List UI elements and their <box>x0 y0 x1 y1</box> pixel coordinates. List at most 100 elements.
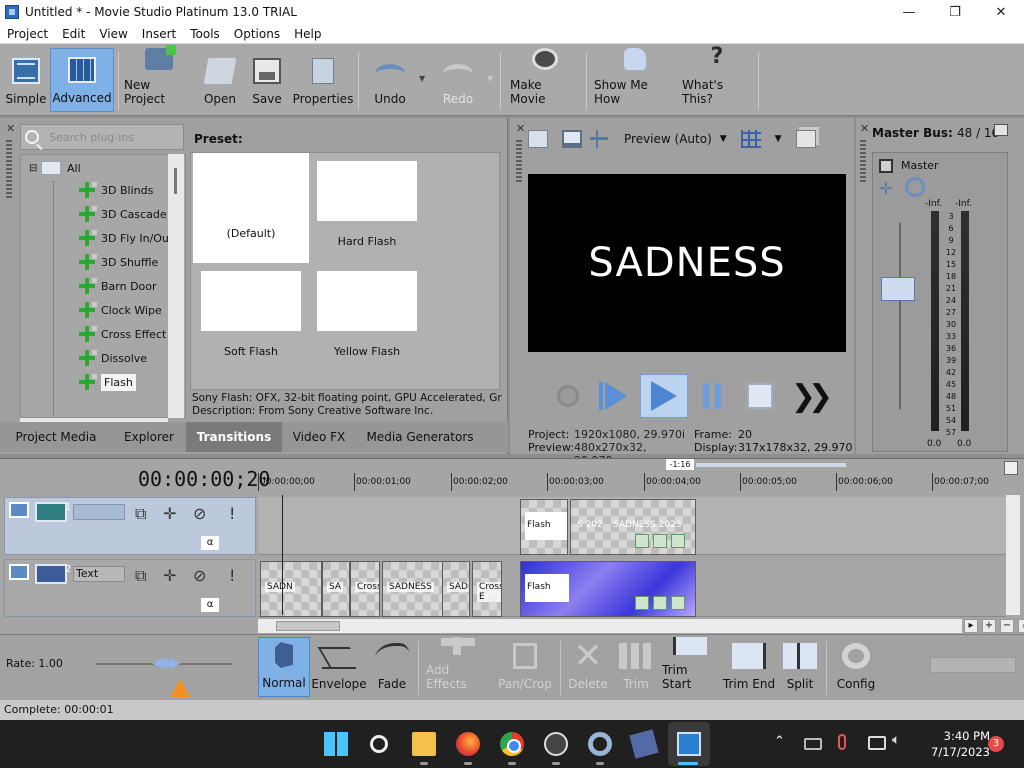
solo-icon[interactable]: ! <box>229 504 235 523</box>
zoom-out-icon[interactable]: − <box>1000 619 1014 633</box>
play-button[interactable] <box>640 374 688 418</box>
menu-project[interactable]: Project <box>0 27 55 41</box>
scroll-thumb[interactable] <box>276 621 340 631</box>
search-input[interactable] <box>49 130 169 144</box>
tree-item-barn-door[interactable]: Barn Door <box>79 275 157 297</box>
advanced-button[interactable]: Advanced <box>50 48 114 112</box>
firefox-icon[interactable] <box>456 732 480 756</box>
copy-snapshot-icon[interactable] <box>795 130 816 148</box>
preset-default[interactable]: (Default) <box>193 153 309 263</box>
timeline-vertical-scrollbar[interactable] <box>1006 495 1020 615</box>
menu-options[interactable]: Options <box>227 27 287 41</box>
new-project-button[interactable]: New Project <box>124 45 194 112</box>
tree-item-flash[interactable]: Flash <box>79 371 136 393</box>
properties-button[interactable]: Properties <box>292 48 354 112</box>
record-button[interactable] <box>544 374 592 418</box>
collapse-icon[interactable]: ⊟ <box>29 163 41 174</box>
show-me-how-button[interactable]: Show Me How <box>594 48 676 112</box>
menu-help[interactable]: Help <box>287 27 328 41</box>
playhead-cursor[interactable] <box>282 495 283 615</box>
time-ruler[interactable]: 00:00:00;00 00:00:01;00 00:00:02;00 00:0… <box>258 473 1006 495</box>
panel-grip-icon[interactable] <box>516 138 522 182</box>
tab-project-media[interactable]: Project Media <box>14 422 98 452</box>
pan-crop-icon[interactable] <box>653 596 667 610</box>
search-icon[interactable] <box>370 735 388 753</box>
pan-crop-icon[interactable] <box>653 534 667 548</box>
zoom-slider[interactable] <box>930 657 1016 673</box>
preset-yellow-flash[interactable]: Yellow Flash <box>309 263 425 373</box>
close-icon[interactable]: ✕ <box>860 122 869 135</box>
chrome-icon[interactable] <box>500 732 524 756</box>
pan-icon[interactable]: ✛ <box>879 179 892 198</box>
whats-this-button[interactable]: ? What's This? <box>682 44 752 112</box>
close-icon[interactable]: ✕ <box>6 122 15 135</box>
overlays-grid-icon[interactable] <box>740 130 761 148</box>
track-expand-icon[interactable] <box>9 564 29 580</box>
zoom-fit-icon[interactable]: ⌕ <box>1018 619 1024 633</box>
plugin-tree[interactable]: ⊟ All 3D Blinds 3D Cascade 3D Fly In/Ou … <box>20 154 186 418</box>
compositing-icon[interactable]: ⧉ <box>135 504 146 524</box>
track-lane-2[interactable]: SADN SA Cross SADNESS SADI Cross E Flash <box>258 559 1006 617</box>
chevron-down-icon[interactable]: ▼ <box>775 134 782 144</box>
monitor-icon[interactable] <box>868 736 886 750</box>
panel-grip-icon[interactable] <box>860 138 866 182</box>
make-movie-button[interactable]: Make Movie <box>510 48 580 112</box>
menu-edit[interactable]: Edit <box>55 27 92 41</box>
video-editor-icon[interactable] <box>629 729 659 759</box>
config-button[interactable]: Config <box>834 637 878 697</box>
timeline-clip[interactable]: Cross E <box>472 561 502 617</box>
track-lane-1[interactable]: Flash S 202 SADNESS 2023 <box>258 497 1006 555</box>
menu-view[interactable]: View <box>92 27 134 41</box>
system-clock[interactable]: 3:40 PM 7/17/2023 <box>918 728 990 760</box>
rate-slider-thumb[interactable] <box>152 655 198 671</box>
network-icon[interactable] <box>804 738 822 750</box>
loop-region-bar[interactable] <box>696 463 846 467</box>
volume-fader[interactable] <box>881 277 915 301</box>
play-from-start-button[interactable] <box>592 374 640 418</box>
media-fx-icon[interactable] <box>671 596 685 610</box>
track-name-field[interactable] <box>73 504 125 520</box>
track-name-field[interactable]: Text <box>73 566 125 582</box>
tree-root[interactable]: ⊟ All <box>29 157 81 179</box>
scroll-right-icon[interactable]: ▸ <box>964 619 978 633</box>
simple-button[interactable]: Simple <box>4 48 48 112</box>
trim-end-button[interactable]: Trim End <box>722 637 776 697</box>
redo-button[interactable]: Redo <box>436 48 480 112</box>
open-button[interactable]: Open <box>200 48 240 112</box>
tree-item-3d-fly-in[interactable]: 3D Fly In/Ou <box>79 227 169 249</box>
mute-icon[interactable]: ⊘ <box>193 566 206 585</box>
bus-settings-icon[interactable] <box>994 124 1008 136</box>
timeline-clip[interactable]: SADN <box>260 561 322 617</box>
file-explorer-icon[interactable] <box>412 732 436 756</box>
close-icon[interactable]: ✕ <box>516 122 525 135</box>
microphone-icon[interactable] <box>838 734 846 750</box>
tab-media-generators[interactable]: Media Generators <box>360 422 480 452</box>
chevron-down-icon[interactable]: ▼ <box>720 134 727 144</box>
tree-item-3d-blinds[interactable]: 3D Blinds <box>79 179 153 201</box>
master-fx-icon[interactable] <box>879 159 893 173</box>
tree-item-dissolve[interactable]: Dissolve <box>79 347 147 369</box>
event-fx-icon[interactable] <box>635 596 649 610</box>
pan-icon[interactable]: ✛ <box>163 504 176 523</box>
obs-icon[interactable] <box>544 732 568 756</box>
speaker-icon[interactable]: 🔈︎ <box>892 732 900 748</box>
close-button[interactable]: ✕ <box>978 0 1024 24</box>
tree-item-cross-effect[interactable]: Cross Effect <box>79 323 166 345</box>
compositing-icon[interactable]: ⧉ <box>135 566 146 586</box>
tree-item-3d-cascade[interactable]: 3D Cascade <box>79 203 167 225</box>
panel-grip-icon[interactable] <box>6 138 12 198</box>
preset-soft-flash[interactable]: Soft Flash <box>193 263 309 373</box>
split-button[interactable]: Split <box>780 637 820 697</box>
marker-icon[interactable] <box>1004 461 1018 475</box>
timeline-horizontal-scrollbar[interactable] <box>258 619 962 633</box>
tab-video-fx[interactable]: Video FX <box>288 422 350 452</box>
tree-item-clock-wipe[interactable]: Clock Wipe <box>79 299 162 321</box>
timeline-clip[interactable]: Flash <box>520 499 568 555</box>
monitor-icon[interactable] <box>562 130 582 148</box>
track-header-1[interactable]: 1 ⧉ ✛ ⊘ ! α <box>4 497 256 555</box>
timeline-clip[interactable]: S 202 SADNESS 2023 <box>570 499 696 555</box>
preset-hard-flash[interactable]: Hard Flash <box>309 153 425 263</box>
scroll-thumb[interactable] <box>174 168 177 194</box>
track-expand-icon[interactable] <box>9 502 29 518</box>
track-header-2[interactable]: 2 Text ⧉ ✛ ⊘ ! α <box>4 559 256 617</box>
